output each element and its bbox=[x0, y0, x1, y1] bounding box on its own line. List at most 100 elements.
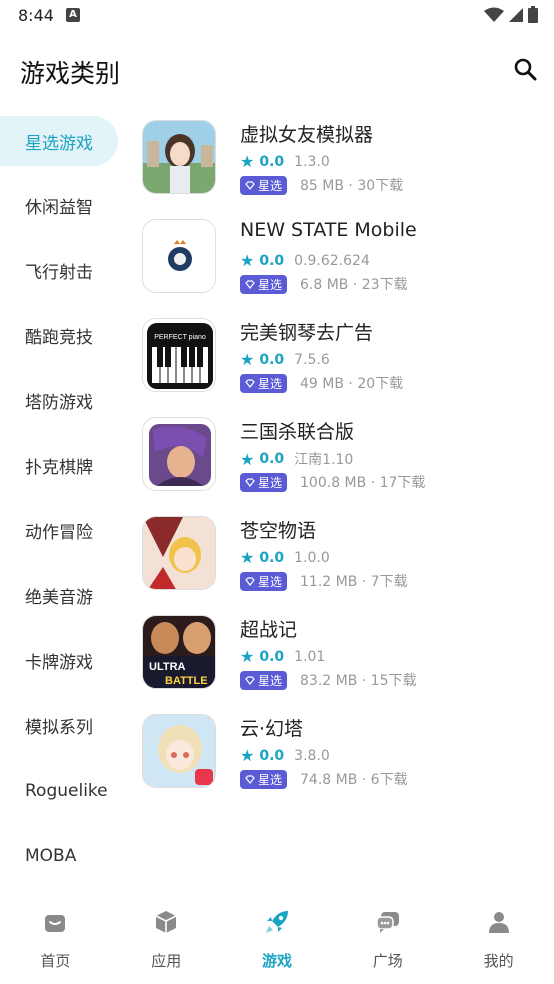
sidebar-item-poker[interactable]: 扑克棋牌 bbox=[0, 433, 125, 498]
version: 1.0.0 bbox=[294, 549, 330, 566]
game-name: 完美钢琴去广告 bbox=[240, 322, 374, 344]
page-title: 游戏类别 bbox=[20, 59, 121, 88]
size-downloads: 100.8 MB · 17下载 bbox=[300, 475, 426, 491]
game-item[interactable]: 三国杀联合版 ★ 0.0 江南1.10 星选 100.8 MB · 17下载 bbox=[142, 413, 542, 512]
nav-home[interactable]: 首页 bbox=[0, 896, 111, 984]
cube-icon bbox=[152, 908, 180, 936]
featured-badge: 星选 bbox=[240, 670, 288, 690]
ultra-logo-text: ULTRA bbox=[149, 661, 186, 673]
rating-row: ★ 0.0 3.8.0 bbox=[240, 746, 330, 765]
battery-icon bbox=[528, 6, 538, 23]
game-item[interactable]: 云·幻塔 ★ 0.0 3.8.0 星选 74.8 MB · 6下载 bbox=[142, 710, 542, 809]
sidebar-item-label: 动作冒险 bbox=[25, 523, 93, 543]
sidebar-item-label: 塔防游戏 bbox=[25, 393, 93, 413]
sidebar-item-label: 扑克棋牌 bbox=[25, 458, 93, 478]
rating-row: ★ 0.0 1.01 bbox=[240, 647, 325, 666]
version: 1.01 bbox=[294, 648, 326, 665]
piano-brand-text: PERFECT piano bbox=[154, 334, 206, 341]
rating-row: ★ 0.0 7.5.6 bbox=[240, 350, 330, 369]
signal-icon bbox=[509, 7, 523, 22]
rating-row: ★ 0.0 江南1.10 bbox=[240, 449, 353, 469]
featured-badge: 星选 bbox=[240, 571, 288, 591]
nav-label: 我的 bbox=[483, 952, 514, 970]
score: 0.0 bbox=[259, 351, 285, 368]
game-icon[interactable] bbox=[142, 417, 216, 491]
size-downloads: 49 MB · 20下载 bbox=[300, 376, 404, 392]
sidebar-item-label: 绝美音游 bbox=[25, 588, 93, 608]
score: 0.0 bbox=[259, 648, 285, 665]
sidebar-item-moba[interactable]: MOBA bbox=[0, 823, 125, 888]
sidebar-item-racing[interactable]: 酷跑竞技 bbox=[0, 303, 125, 368]
score: 0.0 bbox=[259, 153, 285, 170]
sidebar-item-music[interactable]: 绝美音游 bbox=[0, 563, 125, 628]
game-name: 虚拟女友模拟器 bbox=[240, 124, 374, 146]
game-item[interactable]: PERFECT piano 完美钢琴去广告 ★ 0.0 7.5.6 星选 49 … bbox=[142, 314, 542, 413]
search-button[interactable] bbox=[510, 54, 540, 84]
sidebar-item-tower-defense[interactable]: 塔防游戏 bbox=[0, 368, 125, 433]
game-name: 苍空物语 bbox=[240, 520, 317, 542]
badge-label: 星选 bbox=[258, 772, 283, 787]
game-name: 三国杀联合版 bbox=[240, 421, 355, 443]
score: 0.0 bbox=[259, 549, 285, 566]
nav-apps[interactable]: 应用 bbox=[111, 896, 222, 984]
game-icon[interactable]: PERFECT piano bbox=[142, 318, 216, 392]
badge-label: 星选 bbox=[258, 178, 283, 193]
size-downloads: 6.8 MB · 23下载 bbox=[300, 277, 408, 293]
meta-row: 星选 74.8 MB · 6下载 bbox=[240, 769, 408, 789]
nav-profile[interactable]: 我的 bbox=[443, 896, 554, 984]
meta-row: 星选 6.8 MB · 23下载 bbox=[240, 274, 408, 294]
sidebar-item-roguelike[interactable]: Roguelike bbox=[0, 758, 125, 823]
badge-label: 星选 bbox=[258, 574, 283, 589]
search-icon bbox=[514, 58, 537, 81]
sidebar-item-simulation[interactable]: 模拟系列 bbox=[0, 693, 125, 758]
star-icon: ★ bbox=[240, 251, 255, 270]
sidebar-item-label: 卡牌游戏 bbox=[25, 653, 93, 673]
nav-label: 首页 bbox=[40, 952, 71, 970]
game-item[interactable]: NEW STATE Mobile ★ 0.0 0.9.62.624 星选 6.8… bbox=[142, 215, 542, 314]
sidebar-item-card[interactable]: 卡牌游戏 bbox=[0, 628, 125, 693]
star-icon: ★ bbox=[240, 152, 255, 171]
version: 3.8.0 bbox=[294, 747, 330, 764]
star-icon: ★ bbox=[240, 746, 255, 765]
score: 0.0 bbox=[259, 451, 285, 467]
featured-badge: 星选 bbox=[240, 472, 288, 492]
sidebar-item-label: 星选游戏 bbox=[25, 133, 93, 154]
nav-label: 广场 bbox=[372, 952, 403, 970]
game-icon[interactable] bbox=[142, 219, 216, 293]
featured-badge: 星选 bbox=[240, 769, 288, 789]
meta-row: 星选 83.2 MB · 15下载 bbox=[240, 670, 417, 690]
header: 游戏类别 bbox=[0, 40, 554, 100]
score: 0.0 bbox=[259, 747, 285, 764]
game-item[interactable]: 苍空物语 ★ 0.0 1.0.0 星选 11.2 MB · 7下载 bbox=[142, 512, 542, 611]
game-icon[interactable] bbox=[142, 516, 216, 590]
size-downloads: 74.8 MB · 6下载 bbox=[300, 772, 408, 788]
game-item[interactable]: 虚拟女友模拟器 ★ 0.0 1.3.0 星选 85 MB · 30下载 bbox=[142, 116, 542, 215]
sidebar-item-label: 酷跑竞技 bbox=[25, 328, 93, 348]
diamond-icon bbox=[245, 774, 255, 784]
badge-label: 星选 bbox=[258, 673, 283, 688]
game-item[interactable]: ULTRA BATTLE 超战记 ★ 0.0 1.01 星选 83.2 MB ·… bbox=[142, 611, 542, 710]
game-icon[interactable] bbox=[142, 120, 216, 194]
person-icon bbox=[485, 908, 513, 936]
diamond-icon bbox=[245, 378, 255, 388]
game-list: 虚拟女友模拟器 ★ 0.0 1.3.0 星选 85 MB · 30下载 NEW … bbox=[142, 116, 542, 809]
sidebar-item-shooter[interactable]: 飞行射击 bbox=[0, 238, 125, 303]
badge-label: 星选 bbox=[258, 376, 283, 391]
sidebar-item-featured[interactable]: 星选游戏 bbox=[0, 116, 118, 166]
battle-logo-text: BATTLE bbox=[165, 675, 208, 687]
game-icon[interactable]: ULTRA BATTLE bbox=[142, 615, 216, 689]
sidebar-item-casual[interactable]: 休闲益智 bbox=[0, 173, 125, 238]
status-bar: 8:44 A bbox=[0, 0, 554, 32]
version: 1.3.0 bbox=[294, 153, 330, 170]
sidebar-item-label: 飞行射击 bbox=[25, 263, 93, 283]
nav-square[interactable]: 广场 bbox=[332, 896, 443, 984]
diamond-icon bbox=[245, 675, 255, 685]
nav-games[interactable]: 游戏 bbox=[222, 896, 333, 984]
nav-label: 游戏 bbox=[261, 952, 292, 970]
game-icon[interactable] bbox=[142, 714, 216, 788]
diamond-icon bbox=[245, 279, 255, 289]
star-icon: ★ bbox=[240, 548, 255, 567]
nav-label: 应用 bbox=[151, 952, 182, 970]
notification-a-icon: A bbox=[66, 8, 80, 22]
sidebar-item-action[interactable]: 动作冒险 bbox=[0, 498, 125, 563]
